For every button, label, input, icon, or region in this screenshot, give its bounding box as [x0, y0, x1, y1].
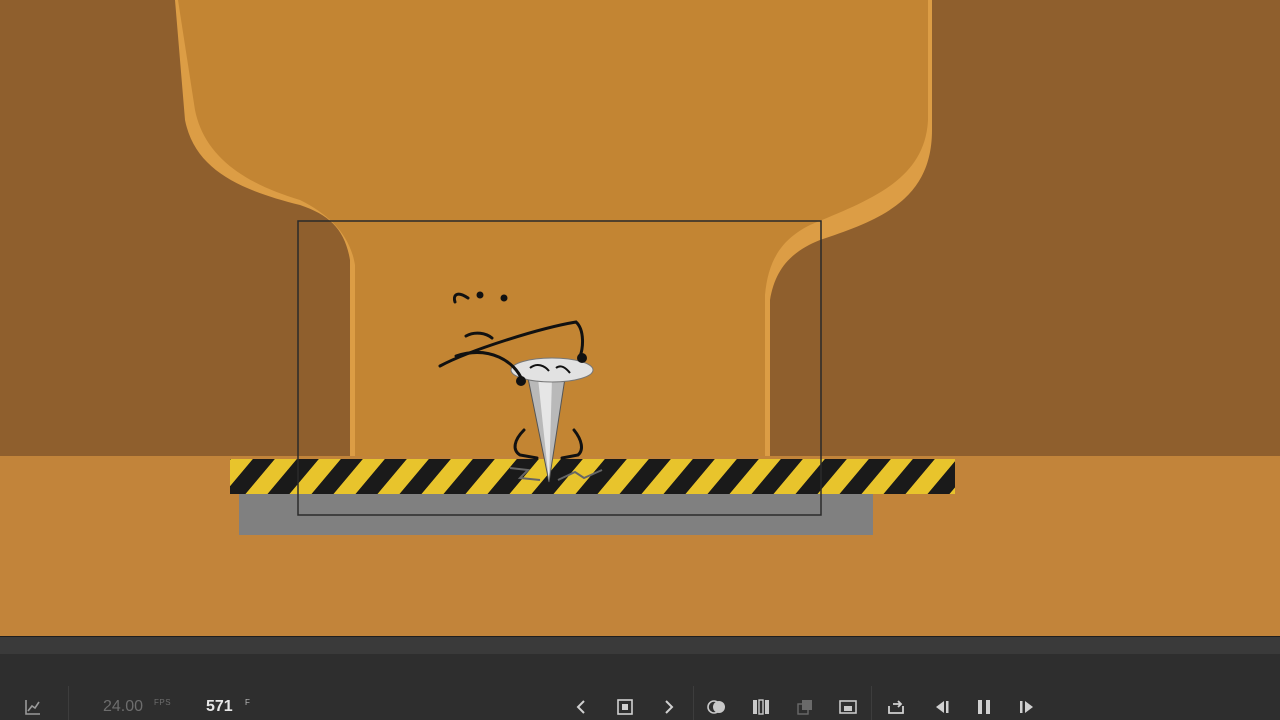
timeline-toolbar: [0, 654, 1280, 720]
onion-outlines-icon[interactable]: [750, 696, 772, 718]
toolbar-separator: [693, 686, 694, 720]
pause-icon[interactable]: [973, 696, 995, 718]
current-frame-value[interactable]: 571: [206, 697, 233, 717]
timeline-header-strip: [0, 636, 1280, 655]
onion-skin-icon[interactable]: [706, 696, 728, 718]
step-forward-icon[interactable]: [1016, 696, 1038, 718]
step-back-icon[interactable]: [930, 696, 952, 718]
frame-range-icon[interactable]: [837, 696, 859, 718]
stage-artwork: [0, 0, 1280, 636]
prev-keyframe-icon[interactable]: [570, 696, 592, 718]
frame-unit-label: F: [245, 698, 250, 707]
toolbar-separator: [871, 686, 872, 720]
next-keyframe-icon[interactable]: [658, 696, 680, 718]
loop-icon[interactable]: [885, 696, 907, 718]
fps-unit-label: FPS: [154, 698, 172, 707]
toolbar-separator: [68, 686, 69, 720]
fps-value[interactable]: 24.00: [103, 697, 143, 717]
graph-icon[interactable]: [22, 696, 44, 718]
edit-multiple-frames-icon[interactable]: [794, 696, 816, 718]
hazard-stripe: [230, 459, 955, 494]
add-keyframe-icon[interactable]: [614, 696, 636, 718]
animation-stage[interactable]: [0, 0, 1280, 636]
